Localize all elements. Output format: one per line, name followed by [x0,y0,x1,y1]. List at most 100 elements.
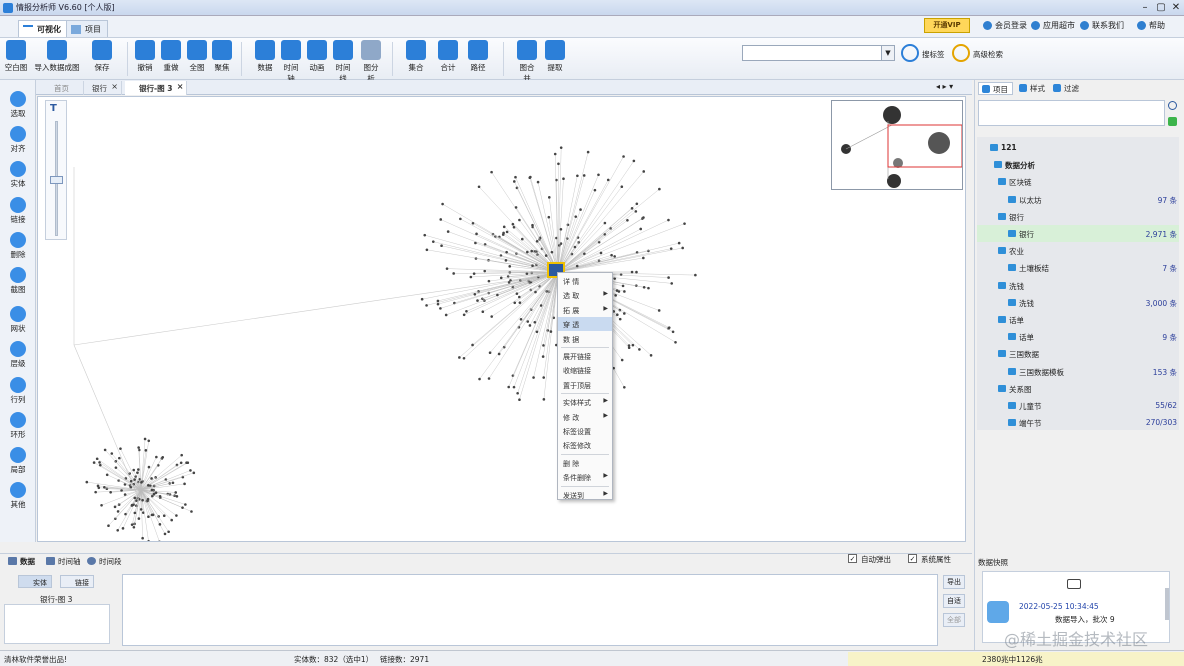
close-icon[interactable]: × [177,82,184,91]
bottom-tab-period[interactable]: 时间段 [87,556,122,567]
zoom-control[interactable]: T [45,100,67,240]
camera-icon[interactable] [1067,579,1081,589]
fit-all-button[interactable]: 全图 [186,40,208,73]
tool-select-button[interactable]: 选取 [2,91,34,119]
tree-item[interactable]: 三国数据模板 153 条 [977,363,1179,380]
maximize-button[interactable]: ▢ [1154,1,1168,14]
tab-project[interactable]: 项目 [66,20,108,37]
tree-group[interactable]: 区块链 [977,173,1179,190]
link-button[interactable]: 链接 [60,575,94,588]
redo-button[interactable]: 重做 [160,40,182,73]
graph-edge[interactable] [73,274,551,346]
all-button[interactable]: 全部 [943,613,965,627]
data-grid[interactable] [122,574,938,646]
tool-align-button[interactable]: 对齐 [2,126,34,154]
scrollbar[interactable] [1165,588,1169,620]
tree-item[interactable]: 洗钱 3,000 条 [977,294,1179,311]
menu-item[interactable]: 详 情 [558,274,612,288]
text-tool-icon[interactable]: T [50,103,57,114]
tree-item[interactable]: 土壤板结 7 条 [977,259,1179,276]
adapt-button[interactable]: 自适 [943,594,965,608]
tree-item[interactable]: 端午节 270/303 [977,414,1179,431]
tree-item[interactable]: 儿童节 55/62 [977,397,1179,414]
search-icon[interactable] [1168,101,1177,110]
panel-tab-filter[interactable]: 过滤 [1050,82,1083,95]
tree-item[interactable]: 以太坊 97 条 [977,191,1179,208]
menu-item[interactable]: 收缩链接 [558,363,612,377]
tree-group[interactable]: 银行 [977,208,1179,225]
collection-button[interactable]: 集合 [405,40,427,73]
tree-group[interactable]: 三国数据 [977,345,1179,362]
tool-grid-button[interactable]: 行列 [2,376,34,405]
close-icon[interactable]: × [111,82,118,91]
vip-button[interactable]: 开通VIP [924,18,970,33]
tree-item[interactable]: 银行 2,971 条 [977,225,1179,242]
path-button[interactable]: 路径 [467,40,489,73]
doc-tab-bank[interactable]: 银行 × [78,81,122,95]
tool-hierarchy-button[interactable]: 层级 [2,341,34,369]
doc-tab-bank-graph[interactable]: 银行-图 3 × [125,81,188,95]
tool-network-button[interactable]: 网状 [2,306,34,334]
menu-item[interactable]: 发送到 ▶ [558,488,612,502]
tool-link-button[interactable]: 链接 [2,196,34,225]
menu-item[interactable]: 删 除 [558,456,612,470]
tree-root[interactable]: 121 [977,139,1179,156]
animation-button[interactable]: 动画 [307,40,327,73]
panel-tab-project[interactable]: 项目 [978,82,1013,95]
menu-item[interactable]: 置于顶层 [558,378,612,392]
network-graph[interactable] [38,97,966,542]
timeline-button[interactable]: 时间轴 [280,40,302,84]
tool-delete-button[interactable]: 删除 [2,231,34,260]
add-icon[interactable] [1168,117,1177,126]
tool-other-button[interactable]: 其他 [2,482,34,510]
search-combo[interactable]: ▼ [742,45,895,61]
tree-project[interactable]: 数据分析 [977,156,1179,173]
blank-graph-button[interactable]: 空白图 [4,40,28,73]
tab-scroll-arrows[interactable]: ◂ ▸ ▾ [936,82,953,91]
tool-entity-button[interactable]: 实体 [2,161,34,189]
time-line-button[interactable]: 时间线 [332,40,354,84]
help-link[interactable]: 帮助 [1137,20,1165,31]
menu-item[interactable]: 实体样式 ▶ [558,395,612,409]
auto-popup-checkbox[interactable]: ✓ 自动弹出 [848,554,891,565]
chevron-down-icon[interactable]: ▼ [881,46,894,60]
menu-item[interactable]: 修 改 ▶ [558,410,612,424]
tree-group[interactable]: 关系图 [977,380,1179,397]
entity-button[interactable]: 实体 [18,575,52,588]
data-button[interactable]: 数据 [255,40,275,73]
graph-canvas[interactable]: T 详 情选 取 ▶ 拓 展 ▶ 穿 透数 据展开链接 收缩链接 置于顶层实体样式 ▶ 修 改 ▶… [37,96,966,542]
project-search-input[interactable] [978,100,1165,126]
graph-analysis-button[interactable]: 图分析 [360,40,382,84]
panel-tab-style[interactable]: 样式 [1016,82,1049,95]
menu-item[interactable]: 数 据 [558,332,612,346]
menu-item[interactable]: 选 取 ▶ [558,288,612,302]
tag-search-icon[interactable] [901,44,919,62]
menu-item[interactable]: 标签修改 [558,438,612,452]
tab-visualize[interactable]: 可视化 [18,20,68,37]
app-store-link[interactable]: 应用超市 [1031,20,1075,31]
close-button[interactable]: ✕ [1169,1,1183,14]
member-login-link[interactable]: 会员登录 [983,20,1027,31]
menu-item[interactable]: 条件删除 ▶ [558,470,612,484]
import-data-button[interactable]: 导入数据成图 [33,40,81,73]
tree-group[interactable]: 洗钱 [977,277,1179,294]
menu-item[interactable]: 展开链接 [558,349,612,363]
graph-cluster[interactable] [85,437,196,542]
sum-button[interactable]: 合计 [437,40,459,73]
tool-local-button[interactable]: 局部 [2,447,34,475]
menu-item[interactable]: 穿 透 [558,317,612,332]
tree-item[interactable]: 话单 9 条 [977,328,1179,345]
bottom-tab-timeline[interactable]: 时间轴 [46,556,81,567]
undo-button[interactable]: 撤销 [134,40,156,73]
extract-button[interactable]: 提取 [545,40,565,73]
tool-screenshot-button[interactable]: 截图 [2,267,34,295]
advanced-search-icon[interactable] [952,44,970,62]
tree-group[interactable]: 话单 [977,311,1179,328]
save-button[interactable]: 保存 [90,40,114,73]
minimize-button[interactable]: – [1138,1,1152,14]
export-button[interactable]: 导出 [943,575,965,589]
menu-item[interactable]: 拓 展 ▶ [558,303,612,317]
menu-item[interactable]: 标签设置 [558,424,612,438]
tool-circle-button[interactable]: 环形 [2,411,34,440]
advanced-search-button[interactable]: 高级检索 [973,49,1003,60]
